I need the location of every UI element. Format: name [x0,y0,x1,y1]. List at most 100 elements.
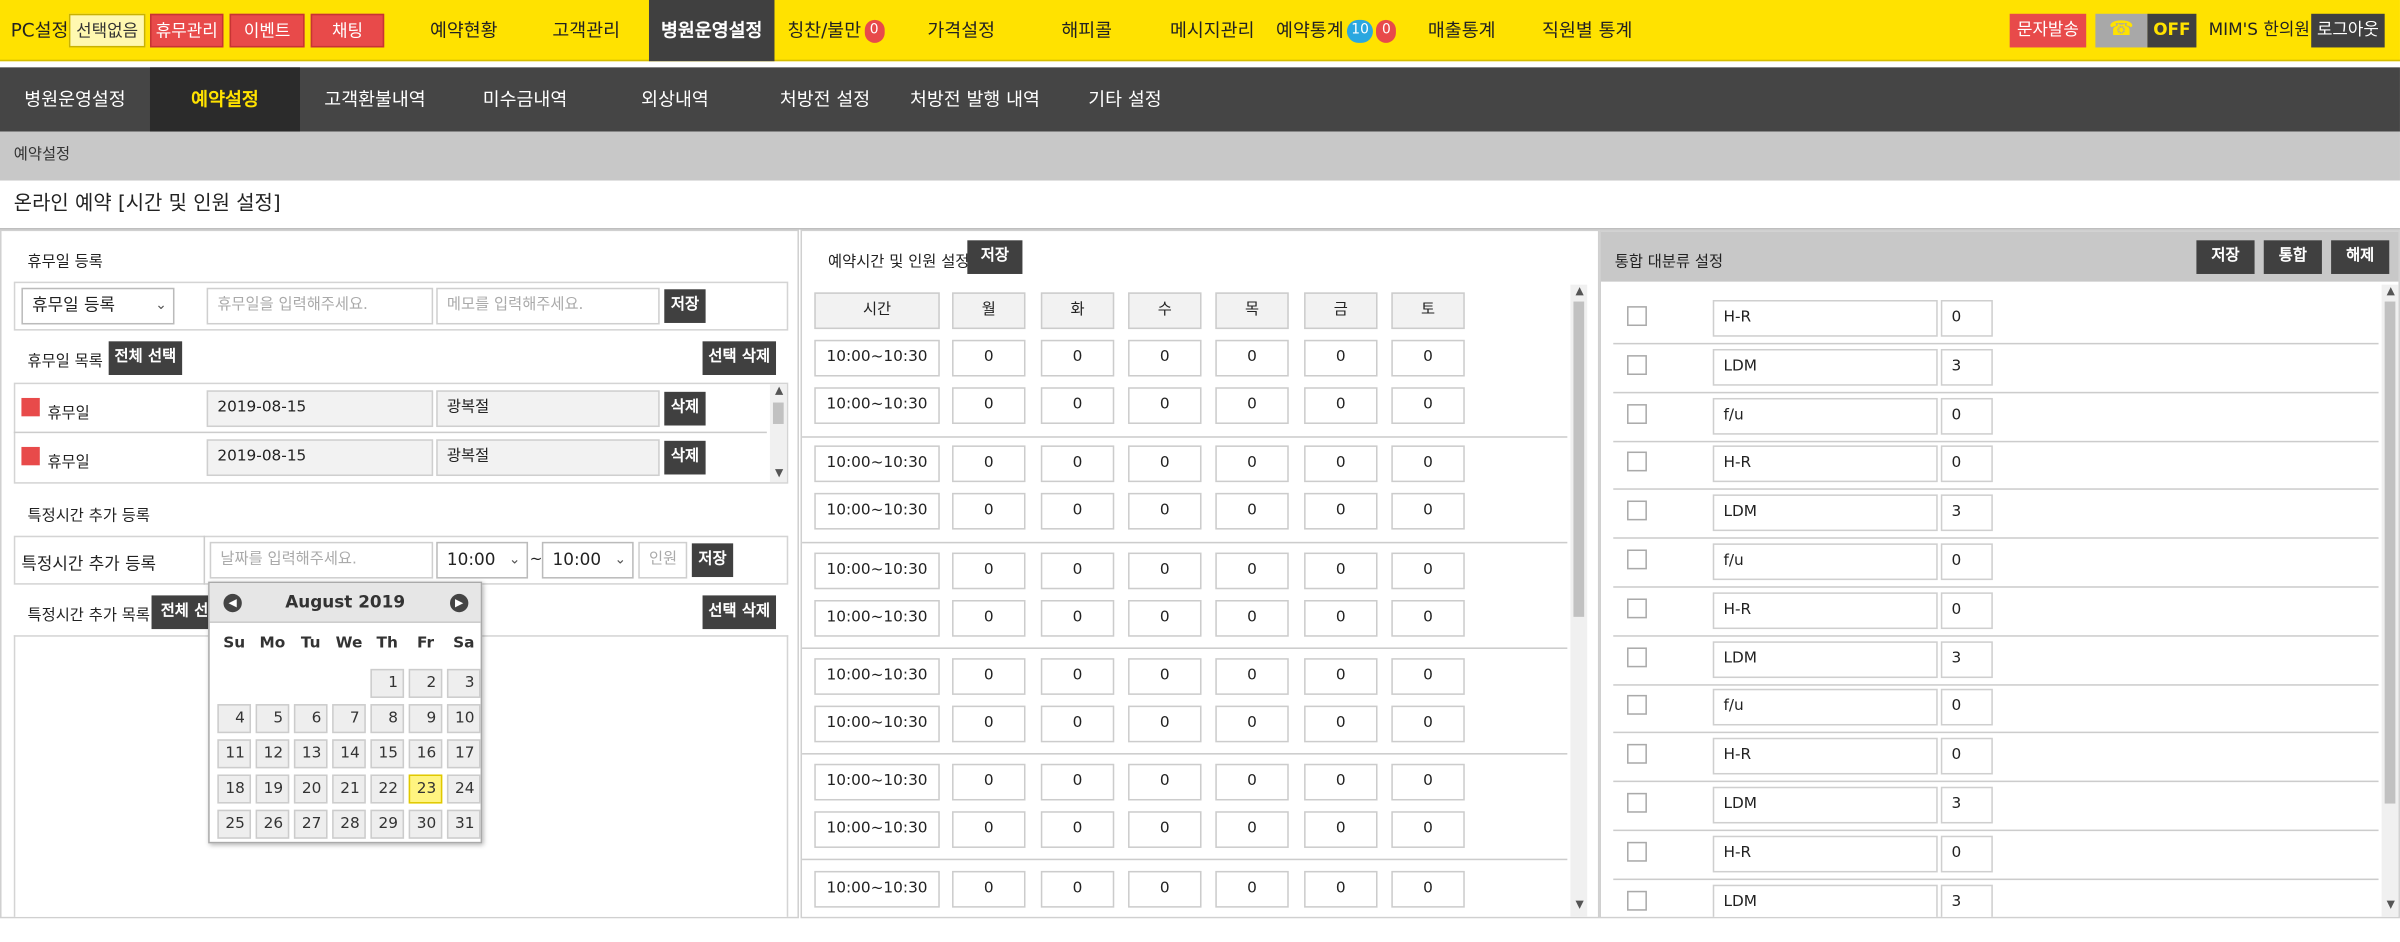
nav-sales-stats[interactable]: 매출통계 [1411,0,1512,61]
capacity-input[interactable]: 0 [1304,445,1378,483]
scroll-up-icon[interactable]: ▲ [771,384,786,396]
capacity-input[interactable]: 0 [952,811,1026,848]
start-time-select[interactable]: 10:00 ⌄ [436,541,529,579]
date-picker-day[interactable]: 16 [408,739,443,769]
subnav-unpaid-history[interactable]: 미수금내역 [450,67,600,131]
capacity-input[interactable]: 0 [1304,339,1378,377]
date-picker-day[interactable]: 29 [370,809,405,839]
category-checkbox[interactable] [1627,744,1647,765]
category-value-input[interactable]: 0 [1940,299,1993,337]
logout-button[interactable]: 로그아웃 [2311,13,2385,48]
date-picker-day[interactable]: 11 [217,739,252,769]
no-select-button[interactable]: 선택없음 [68,13,146,48]
date-picker-day[interactable]: 23 [408,774,443,804]
holiday-row-delete-button[interactable]: 삭제 [664,440,706,475]
scroll-down-icon[interactable]: ▼ [1572,898,1587,910]
category-checkbox[interactable] [1627,354,1647,375]
capacity-input[interactable]: 0 [1215,552,1289,590]
subnav-refund-history[interactable]: 고객환불내역 [300,67,450,131]
holiday-save-button[interactable]: 저장 [664,289,706,323]
date-picker-day[interactable]: 25 [217,809,252,839]
category-value-input[interactable]: 0 [1940,738,1993,775]
capacity-input[interactable]: 0 [1215,763,1289,801]
subnav-other-settings[interactable]: 기타 설정 [1050,67,1200,131]
category-value-input[interactable]: 3 [1940,494,1993,532]
date-picker-day[interactable]: 6 [293,704,328,734]
date-picker-day[interactable]: 27 [293,809,328,839]
nav-reservation-status[interactable]: 예약현황 [410,0,517,61]
category-name-input[interactable]: f/u [1712,689,1938,727]
holiday-date-input[interactable]: 휴무일을 입력해주세요. [206,287,434,325]
nav-price-settings[interactable]: 가격설정 [909,0,1013,61]
capacity-input[interactable]: 0 [1128,870,1202,908]
capacity-input[interactable]: 0 [952,387,1026,424]
capacity-input[interactable]: 0 [1215,870,1289,908]
capacity-input[interactable]: 0 [1215,387,1289,424]
date-picker-day[interactable]: 26 [255,809,290,839]
capacity-input[interactable]: 0 [1391,552,1465,590]
capacity-input[interactable]: 0 [1128,658,1202,695]
capacity-input[interactable]: 0 [1040,870,1115,908]
category-value-input[interactable]: 3 [1940,640,1993,678]
capacity-input[interactable]: 0 [1128,445,1202,483]
category-value-input[interactable]: 0 [1940,592,1993,629]
nav-staff-stats[interactable]: 직원별 통계 [1531,0,1644,61]
date-picker-day[interactable]: 18 [217,774,252,804]
subnav-credit-history[interactable]: 외상내역 [600,67,750,131]
capacity-input[interactable]: 0 [1304,492,1378,530]
nav-happy-call[interactable]: 해피콜 [1038,0,1136,61]
date-picker-day[interactable]: 24 [446,774,481,804]
category-value-input[interactable]: 0 [1940,835,1993,873]
capacity-input[interactable]: 0 [1304,387,1378,424]
category-name-input[interactable]: LDM [1712,786,1938,824]
capacity-input[interactable]: 0 [1391,658,1465,695]
capacity-input[interactable]: 0 [1040,552,1115,590]
category-checkbox[interactable] [1627,841,1647,862]
date-picker-day[interactable]: 19 [255,774,290,804]
holiday-delete-selected-button[interactable]: 선택 삭제 [702,341,777,375]
capacity-input[interactable]: 0 [1040,599,1115,637]
scroll-up-icon[interactable]: ▲ [2383,285,2398,297]
category-value-input[interactable]: 0 [1940,397,1993,435]
category-value-input[interactable]: 0 [1940,689,1993,727]
capacity-input[interactable]: 0 [952,705,1026,743]
capacity-input[interactable]: 0 [1040,658,1115,695]
capacity-input[interactable]: 0 [1040,811,1115,848]
capacity-input[interactable]: 0 [952,658,1026,695]
date-picker-day[interactable]: 3 [446,668,481,698]
date-picker-day[interactable]: 8 [370,704,405,734]
date-picker-day[interactable]: 14 [332,739,366,769]
capacity-input[interactable]: 0 [1040,705,1115,743]
capacity-input[interactable]: 0 [1391,705,1465,743]
category-checkbox[interactable] [1627,549,1647,570]
special-save-button[interactable]: 저장 [691,543,734,578]
capacity-input[interactable]: 0 [1391,445,1465,483]
holiday-row-date[interactable]: 2019-08-15 [206,439,434,477]
next-month-icon[interactable]: ▶ [449,593,469,613]
date-picker-day[interactable]: 30 [408,809,443,839]
capacity-input[interactable]: 0 [1304,599,1378,637]
capacity-input[interactable]: 0 [1128,492,1202,530]
capacity-input[interactable]: 0 [1215,705,1289,743]
category-checkbox[interactable] [1627,403,1647,424]
date-picker-day[interactable]: 9 [408,704,443,734]
sms-send-button[interactable]: 문자발송 [2009,13,2087,48]
category-checkbox[interactable] [1627,598,1647,619]
capacity-input[interactable]: 0 [952,492,1026,530]
capacity-input[interactable]: 0 [952,552,1026,590]
category-save-button[interactable]: 저장 [2196,240,2255,274]
capacity-input[interactable]: 0 [1391,599,1465,637]
capacity-input[interactable]: 0 [1304,658,1378,695]
scroll-down-icon[interactable]: ▼ [2383,898,2398,910]
category-name-input[interactable]: LDM [1712,348,1938,386]
category-checkbox[interactable] [1627,695,1647,716]
event-button[interactable]: 이벤트 [229,13,305,48]
capacity-input[interactable]: 0 [952,599,1026,637]
date-picker-day[interactable]: 17 [446,739,481,769]
holiday-row-delete-button[interactable]: 삭제 [664,391,706,426]
category-name-input[interactable]: H-R [1712,738,1938,775]
category-name-input[interactable]: LDM [1712,494,1938,532]
capacity-input[interactable]: 0 [1391,387,1465,424]
subnav-prescription-settings[interactable]: 처방전 설정 [750,67,900,131]
holiday-row-memo[interactable]: 광복절 [436,439,660,477]
